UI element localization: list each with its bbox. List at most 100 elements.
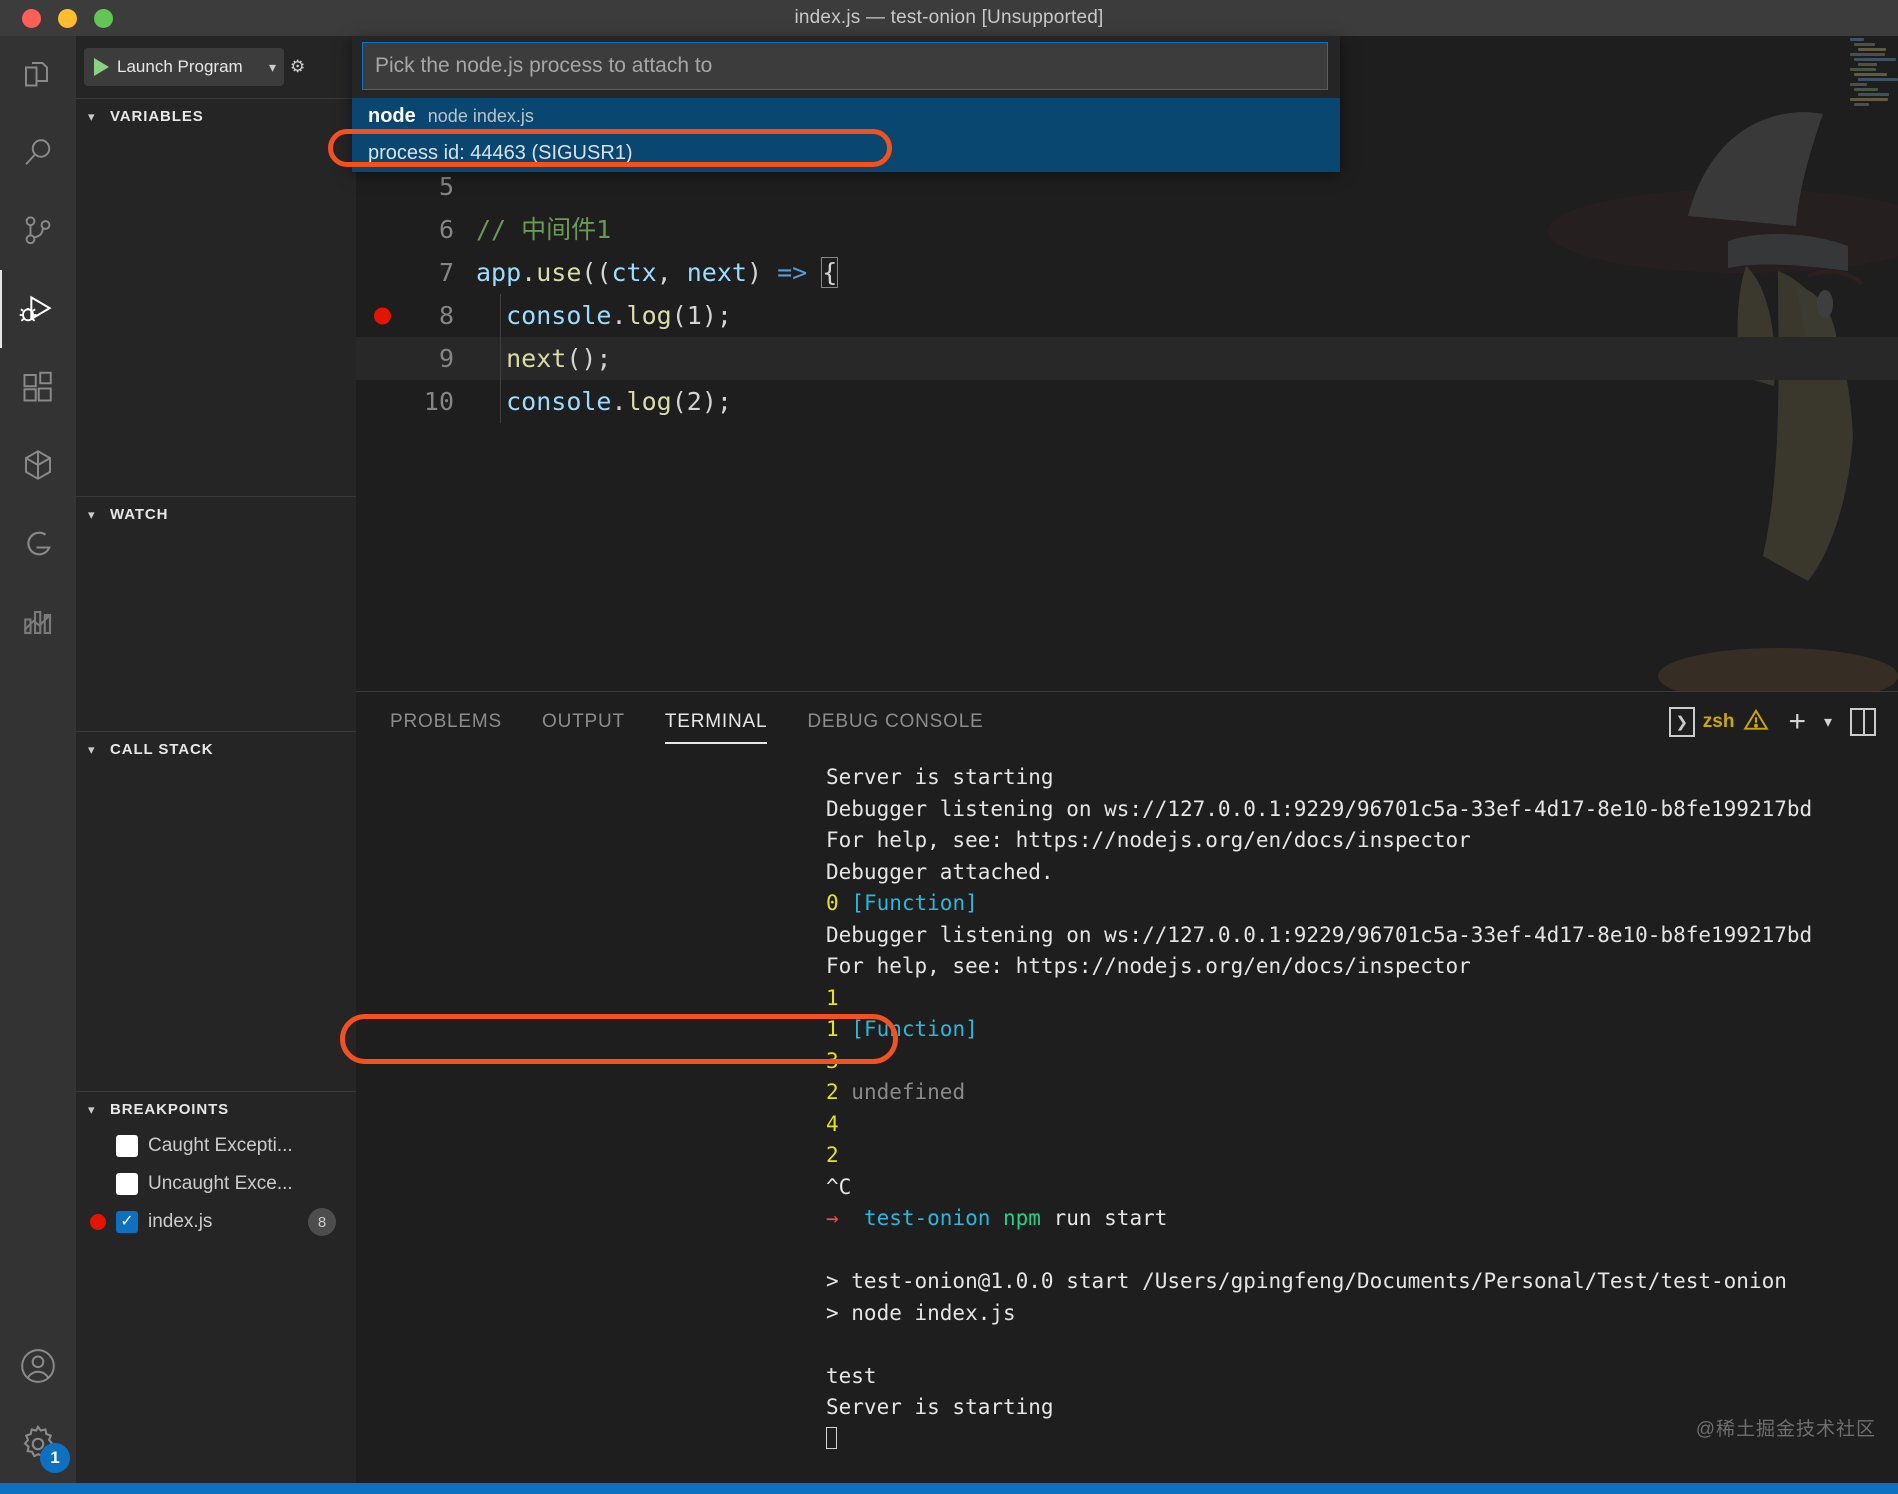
section-title-breakpoints: BREAKPOINTS — [110, 1101, 229, 1118]
quick-pick[interactable]: node node index.js process id: 44463 (SI… — [352, 36, 1340, 170]
watermark: @稀土掘金技术社区 — [1696, 1414, 1876, 1441]
vscode-window: index.js — test-onion [Unsupported] — [0, 0, 1898, 1494]
chevron-down-icon[interactable]: ▾ — [88, 1102, 102, 1118]
code-text: console.log(2); — [476, 380, 732, 423]
line-number: 9 — [356, 337, 476, 380]
section-title-call-stack: CALL STACK — [110, 741, 213, 758]
indent-guide — [500, 337, 501, 380]
files-icon — [20, 57, 56, 93]
status-bar[interactable] — [0, 1483, 1898, 1494]
tab-terminal[interactable]: TERMINAL — [665, 692, 767, 752]
section-header-breakpoints[interactable]: ▾ BREAKPOINTS — [76, 1091, 356, 1127]
terminal-line: 0 [Function] — [826, 888, 1898, 920]
terminal-cursor — [826, 1427, 837, 1449]
editor-minimap[interactable] — [1846, 36, 1898, 691]
quick-pick-list[interactable]: node node index.js process id: 44463 (SI… — [352, 98, 1340, 172]
chevron-down-icon[interactable]: ▾ — [88, 507, 102, 523]
breakpoint-dot-icon[interactable] — [374, 307, 391, 324]
chevron-down-icon[interactable]: ▾ — [88, 109, 102, 125]
activitybar-item-explorer[interactable] — [0, 36, 76, 114]
chevron-down-icon[interactable]: ▾ — [88, 742, 102, 758]
section-header-variables[interactable]: ▾ VARIABLES — [76, 98, 356, 134]
terminal-line: Debugger attached. — [826, 857, 1898, 889]
quick-pick-item-description: node index.js — [428, 106, 534, 127]
terminal-shell-name: zsh — [1703, 711, 1735, 733]
terminal-line: Debugger listening on ws://127.0.0.1:922… — [826, 794, 1898, 826]
window-controls[interactable] — [0, 9, 113, 28]
list-item[interactable]: Caught Excepti... — [76, 1127, 356, 1165]
minimap-line — [1854, 73, 1887, 76]
eslint-icon — [20, 525, 56, 561]
terminal-line: 3 — [826, 1046, 1898, 1078]
new-terminal-button[interactable]: + — [1788, 707, 1806, 737]
breakpoint-line-number: 8 — [308, 1208, 336, 1236]
breakpoint-label: Uncaught Exce... — [148, 1173, 293, 1195]
section-header-watch[interactable]: ▾ WATCH — [76, 496, 356, 532]
extensions-icon — [20, 369, 56, 405]
list-item[interactable]: ✓ index.js 8 — [76, 1203, 356, 1241]
code-line[interactable]: 10 console.log(2); — [356, 380, 1898, 423]
indent-guide — [500, 380, 501, 423]
minimize-button[interactable] — [58, 9, 77, 28]
terminal-instance-chip[interactable]: ❯ zsh — [1669, 707, 1771, 738]
breakpoint-checkbox[interactable] — [116, 1135, 138, 1157]
quick-pick-input[interactable] — [362, 42, 1328, 90]
code-line[interactable]: 9 next(); — [356, 337, 1898, 380]
activitybar-item-source-control[interactable] — [0, 192, 76, 270]
tab-problems[interactable]: PROBLEMS — [390, 692, 502, 752]
quick-pick-item[interactable]: node node index.js — [352, 98, 1340, 135]
code-text: console.log(1); — [476, 294, 732, 337]
source-control-icon — [20, 213, 56, 249]
activity-bar: 1 — [0, 36, 76, 1483]
debug-settings-gear-icon[interactable]: ⚙ — [290, 57, 305, 77]
activitybar-item-manage[interactable]: 1 — [0, 1405, 76, 1483]
section-breakpoints: ▾ BREAKPOINTS Caught Excepti... Uncaught… — [76, 1091, 356, 1241]
terminal-line — [826, 1235, 1898, 1267]
start-debugging-icon[interactable] — [94, 58, 109, 76]
terminal-line: test — [826, 1361, 1898, 1393]
split-terminal-button[interactable] — [1850, 708, 1876, 736]
run-debug-icon — [18, 289, 58, 329]
tab-debug-console[interactable]: DEBUG CONSOLE — [807, 692, 983, 752]
activitybar-item-extensions[interactable] — [0, 348, 76, 426]
minimap-line — [1858, 63, 1877, 66]
chevron-down-icon[interactable]: ▾ — [1824, 712, 1832, 732]
account-icon — [18, 1346, 58, 1386]
search-icon — [20, 135, 56, 171]
debug-sidebar: Launch Program ▾ ⚙ ▾ VARIABLES ▾ WATCH ▾… — [76, 36, 356, 1483]
terminal-line: 2 — [826, 1140, 1898, 1172]
terminal-line: 4 — [826, 1109, 1898, 1141]
activitybar-item-run-and-debug[interactable] — [0, 270, 76, 348]
panel-tabs[interactable]: PROBLEMS OUTPUT TERMINAL DEBUG CONSOLE ❯… — [356, 692, 1898, 752]
quick-pick-item-detail: process id: 44463 (SIGUSR1) — [368, 142, 633, 165]
code-line[interactable]: 8 console.log(1); — [356, 294, 1898, 337]
warning-icon[interactable] — [1742, 707, 1770, 738]
list-item[interactable]: Uncaught Exce... — [76, 1165, 356, 1203]
activitybar-item-docker[interactable] — [0, 426, 76, 504]
activitybar-item-import-cost[interactable] — [0, 582, 76, 660]
manage-badge: 1 — [40, 1443, 70, 1473]
section-title-variables: VARIABLES — [110, 108, 204, 125]
tab-output[interactable]: OUTPUT — [542, 692, 625, 752]
line-number: 7 — [356, 251, 476, 294]
terminal-line: For help, see: https://nodejs.org/en/doc… — [826, 825, 1898, 857]
breakpoint-checkbox[interactable] — [116, 1173, 138, 1195]
section-header-call-stack[interactable]: ▾ CALL STACK — [76, 731, 356, 767]
quick-pick-item[interactable]: process id: 44463 (SIGUSR1) — [352, 135, 1340, 172]
close-button[interactable] — [22, 9, 41, 28]
activitybar-item-eslint[interactable] — [0, 504, 76, 582]
chevron-down-icon[interactable]: ▾ — [269, 59, 276, 76]
section-variables: ▾ VARIABLES — [76, 98, 356, 134]
code-line[interactable]: 7app.use((ctx, next) => { — [356, 251, 1898, 294]
terminal-line: 2 undefined — [826, 1077, 1898, 1109]
activitybar-item-accounts[interactable] — [0, 1327, 76, 1405]
debug-configuration-label: Launch Program — [117, 57, 261, 77]
code-line[interactable]: 6// 中间件1 — [356, 208, 1898, 251]
activitybar-item-search[interactable] — [0, 114, 76, 192]
terminal-line: Server is starting — [826, 762, 1898, 794]
indent-guide — [500, 294, 501, 337]
zoom-button[interactable] — [94, 9, 113, 28]
debug-configuration-select[interactable]: Launch Program ▾ — [84, 48, 284, 86]
breakpoint-checkbox[interactable]: ✓ — [116, 1211, 138, 1233]
terminal-output[interactable]: Server is startingDebugger listening on … — [356, 752, 1898, 1483]
